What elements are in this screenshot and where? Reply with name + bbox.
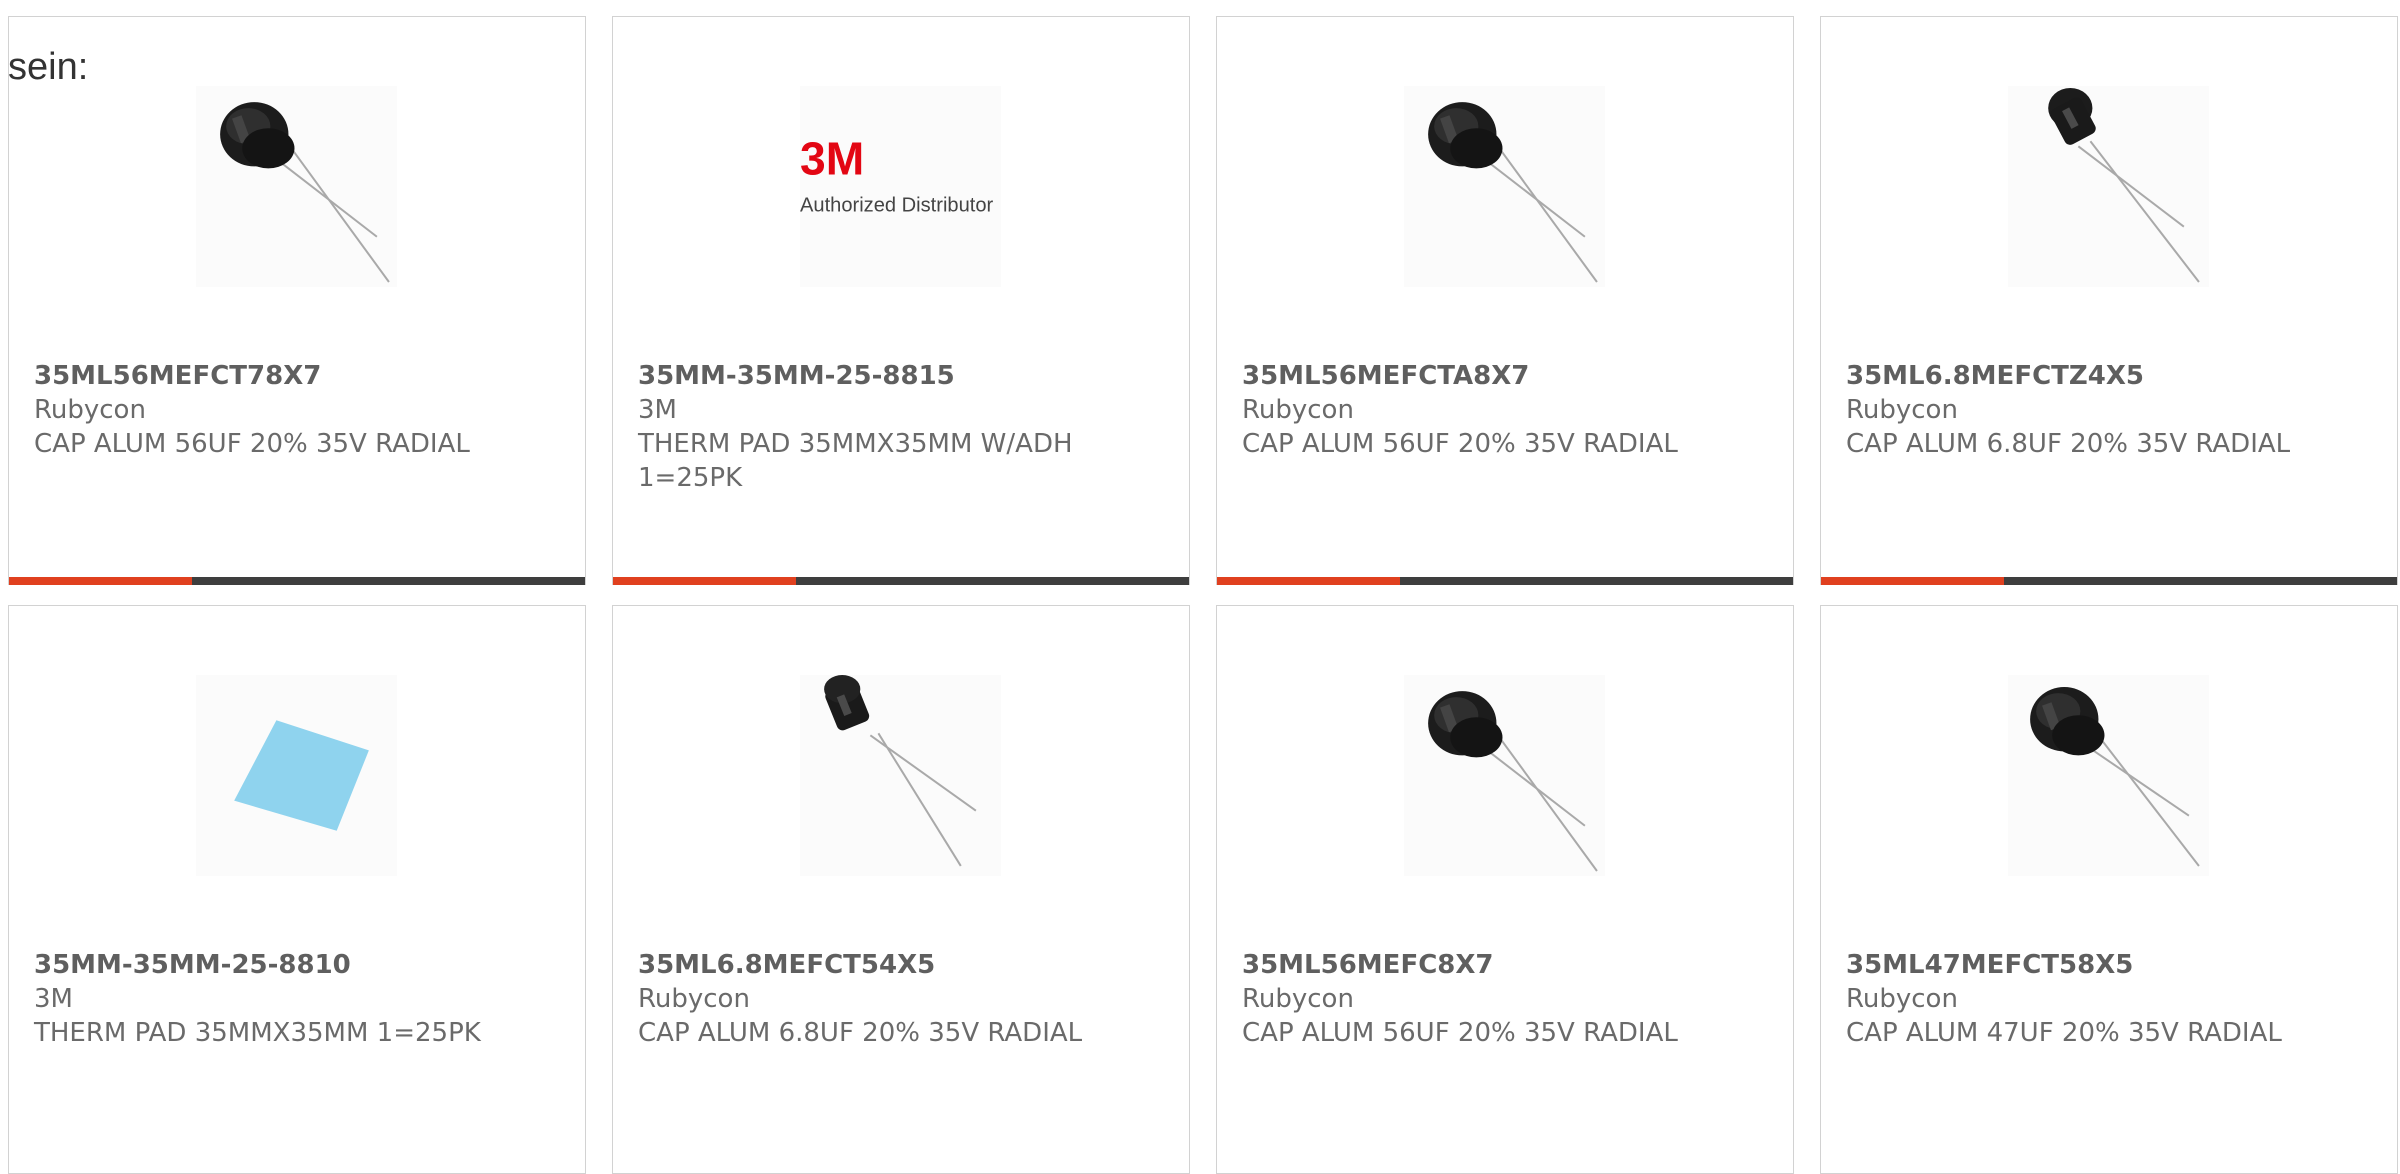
capacitor-icon — [1428, 691, 1598, 872]
product-grid: 35ML56MEFCT78X7 Rubycon CAP ALUM 56UF 20… — [8, 16, 2398, 1174]
card-accent-bar — [613, 577, 796, 585]
capacitor-icon — [2030, 687, 2200, 867]
product-image — [1404, 86, 1605, 287]
part-number-link[interactable]: 35MM-35MM-25-8815 — [638, 359, 1173, 393]
product-image — [196, 86, 397, 287]
product-image — [2008, 86, 2209, 287]
manufacturer: Rubycon — [1242, 984, 1354, 1014]
thermal-pad-icon — [234, 720, 369, 831]
product-description: THERM PAD 35MMX35MM W/ADH 1=25PK — [638, 429, 1073, 493]
capacitor-icon — [824, 675, 977, 867]
product-info: 35ML56MEFC8X7 Rubycon CAP ALUM 56UF 20% … — [1242, 948, 1777, 1050]
card-accent-bar — [9, 577, 192, 585]
product-card[interactable]: 35ML56MEFC8X7 Rubycon CAP ALUM 56UF 20% … — [1216, 605, 1794, 1174]
product-image — [800, 675, 1001, 876]
product-description: CAP ALUM 6.8UF 20% 35V RADIAL — [1846, 429, 2291, 459]
card-bottom-bar — [1821, 577, 2397, 585]
part-number-link[interactable]: 35ML56MEFCTA8X7 — [1242, 359, 1777, 393]
product-image: 3M Authorized Distributor — [800, 86, 1001, 287]
capacitor-icon — [1428, 102, 1598, 283]
part-number-link[interactable]: 35ML6.8MEFCT54X5 — [638, 948, 1173, 982]
manufacturer: Rubycon — [638, 984, 750, 1014]
manufacturer: Rubycon — [1242, 395, 1354, 425]
card-accent-bar — [1217, 577, 1400, 585]
product-image — [196, 675, 397, 876]
product-description: CAP ALUM 6.8UF 20% 35V RADIAL — [638, 1018, 1083, 1048]
part-number-link[interactable]: 35MM-35MM-25-8810 — [34, 948, 569, 982]
product-card[interactable]: 35ML6.8MEFCTZ4X5 Rubycon CAP ALUM 6.8UF … — [1820, 16, 2398, 585]
product-description: CAP ALUM 56UF 20% 35V RADIAL — [1242, 429, 1678, 459]
product-card[interactable]: 35MM-35MM-25-8810 3M THERM PAD 35MMX35MM… — [8, 605, 586, 1174]
product-card[interactable]: 35ML47MEFCT58X5 Rubycon CAP ALUM 47UF 20… — [1820, 605, 2398, 1174]
product-description: CAP ALUM 56UF 20% 35V RADIAL — [1242, 1018, 1678, 1048]
product-description: THERM PAD 35MMX35MM 1=25PK — [34, 1018, 481, 1048]
product-description: CAP ALUM 47UF 20% 35V RADIAL — [1846, 1018, 2282, 1048]
svg-text:3M: 3M — [800, 132, 864, 184]
card-accent-bar — [1821, 577, 2004, 585]
card-bottom-bar — [613, 577, 1189, 585]
card-bottom-bar — [9, 577, 585, 585]
product-card[interactable]: 35ML56MEFCTA8X7 Rubycon CAP ALUM 56UF 20… — [1216, 16, 1794, 585]
capacitor-icon — [220, 102, 390, 283]
manufacturer: 3M — [638, 395, 677, 425]
product-image — [2008, 675, 2209, 876]
card-bottom-bar — [1217, 577, 1793, 585]
part-number-link[interactable]: 35ML56MEFCT78X7 — [34, 359, 569, 393]
part-number-link[interactable]: 35ML56MEFC8X7 — [1242, 948, 1777, 982]
product-card[interactable]: 35ML6.8MEFCT54X5 Rubycon CAP ALUM 6.8UF … — [612, 605, 1190, 1174]
part-number-link[interactable]: 35ML6.8MEFCTZ4X5 — [1846, 359, 2381, 393]
product-info: 35ML56MEFCT78X7 Rubycon CAP ALUM 56UF 20… — [34, 359, 569, 461]
product-info: 35ML47MEFCT58X5 Rubycon CAP ALUM 47UF 20… — [1846, 948, 2381, 1050]
product-info: 35ML6.8MEFCTZ4X5 Rubycon CAP ALUM 6.8UF … — [1846, 359, 2381, 461]
svg-text:Authorized Distributor: Authorized Distributor — [800, 195, 994, 217]
product-info: 35MM-35MM-25-8810 3M THERM PAD 35MMX35MM… — [34, 948, 569, 1050]
manufacturer: Rubycon — [34, 395, 146, 425]
product-info: 35ML6.8MEFCT54X5 Rubycon CAP ALUM 6.8UF … — [638, 948, 1173, 1050]
manufacturer: Rubycon — [1846, 395, 1958, 425]
part-number-link[interactable]: 35ML47MEFCT58X5 — [1846, 948, 2381, 982]
product-info: 35MM-35MM-25-8815 3M THERM PAD 35MMX35MM… — [638, 359, 1173, 495]
lead-text: sein: — [8, 46, 89, 88]
product-image — [1404, 675, 1605, 876]
product-info: 35ML56MEFCTA8X7 Rubycon CAP ALUM 56UF 20… — [1242, 359, 1777, 461]
3m-logo: 3M Authorized Distributor — [800, 132, 994, 217]
product-card[interactable]: 35ML56MEFCT78X7 Rubycon CAP ALUM 56UF 20… — [8, 16, 586, 585]
product-card[interactable]: 3M Authorized Distributor 35MM-35MM-25-8… — [612, 16, 1190, 585]
product-description: CAP ALUM 56UF 20% 35V RADIAL — [34, 429, 470, 459]
capacitor-icon — [2048, 88, 2200, 283]
manufacturer: 3M — [34, 984, 73, 1014]
manufacturer: Rubycon — [1846, 984, 1958, 1014]
